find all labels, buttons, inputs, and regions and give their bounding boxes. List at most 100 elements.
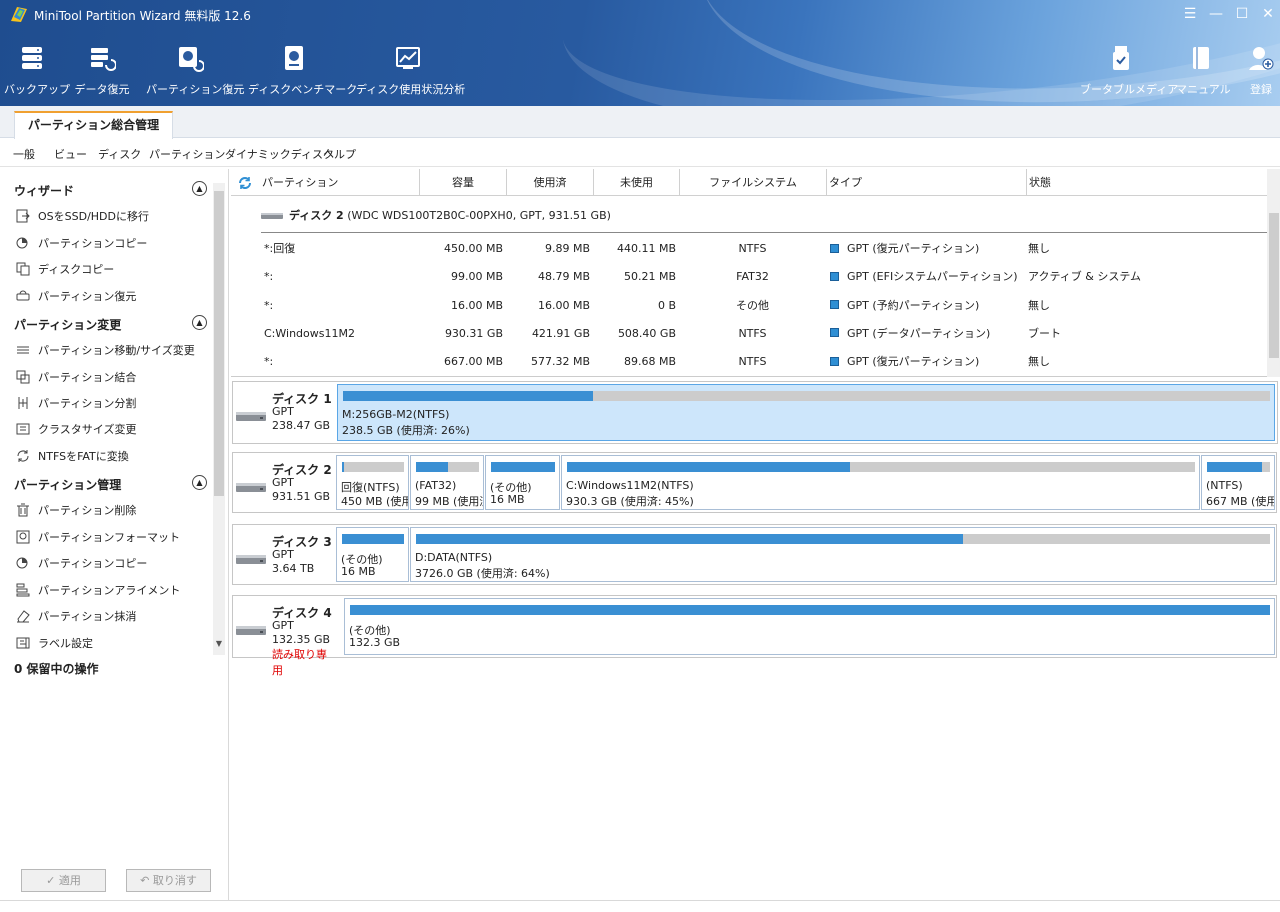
menu-view[interactable]: ビュー bbox=[54, 146, 87, 162]
sidebar-scroll-thumb[interactable] bbox=[214, 191, 224, 496]
table-scroll-thumb[interactable] bbox=[1269, 213, 1279, 358]
menu-general[interactable]: 一般 bbox=[13, 146, 35, 162]
col-used[interactable]: 使用済 bbox=[506, 169, 593, 196]
tab-partition-management[interactable]: パーティション総合管理 bbox=[14, 111, 173, 139]
table-row[interactable]: *: 99.00 MB 48.79 MB 50.21 MB FAT32 GPT (EFIシ… bbox=[231, 263, 1267, 291]
col-unused[interactable]: 未使用 bbox=[593, 169, 679, 196]
col-filesystem[interactable]: ファイルシステム bbox=[679, 169, 826, 196]
minimize-button[interactable]: — bbox=[1205, 3, 1227, 25]
disk-icon bbox=[236, 412, 266, 421]
usage-bar-fill bbox=[342, 462, 344, 472]
partition-recovery-small-icon bbox=[16, 290, 30, 301]
sidebar-item-cluster-size[interactable]: クラスタサイズ変更 bbox=[16, 421, 136, 439]
collapse-manage-partition-icon[interactable]: ▲ bbox=[192, 475, 207, 490]
disk-2-row[interactable]: ディスク 2 GPT 931.51 GB 回復(NTFS) 450 MB (使用 (FAT… bbox=[232, 452, 1277, 513]
partition-block[interactable]: M:256GB-M2(NTFS) 238.5 GB (使用済: 26%) bbox=[337, 384, 1275, 441]
partition-block[interactable]: 回復(NTFS) 450 MB (使用 bbox=[336, 455, 409, 510]
col-type[interactable]: タイプ bbox=[826, 169, 1026, 196]
partition-block[interactable]: (NTFS) 667 MB (使用 bbox=[1201, 455, 1275, 510]
close-button[interactable]: ✕ bbox=[1257, 3, 1279, 25]
disk-info[interactable]: ディスク 4 GPT 132.35 GB 読み取り専用 bbox=[233, 596, 333, 677]
cell-unused: 50.21 MB bbox=[623, 270, 676, 284]
table-row[interactable]: *: 16.00 MB 16.00 MB 0 B その他 GPT (予約パーティション) 無… bbox=[231, 292, 1267, 320]
sidebar-item-merge[interactable]: パーティション結合 bbox=[16, 369, 136, 387]
menu-partition[interactable]: パーティション bbox=[149, 146, 225, 162]
sidebar-item-wipe[interactable]: パーティション抹消 bbox=[16, 608, 136, 626]
app-logo-icon bbox=[11, 7, 27, 22]
col-capacity[interactable]: 容量 bbox=[419, 169, 506, 196]
sidebar-item-format[interactable]: パーティションフォーマット bbox=[16, 529, 180, 547]
partition-block[interactable]: C:Windows11M2(NTFS) 930.3 GB (使用済: 45%) bbox=[561, 455, 1200, 510]
disk-benchmark-button[interactable]: ディスクベンチマーク bbox=[248, 44, 358, 100]
sidebar-item-copy-disk[interactable]: ディスクコピー bbox=[16, 261, 114, 279]
undo-button[interactable]: ↶ 取り消す bbox=[126, 869, 211, 892]
partition-block[interactable]: (その他) 16 MB bbox=[336, 527, 409, 582]
disk-type: GPT bbox=[272, 619, 294, 632]
align-icon bbox=[16, 583, 30, 597]
partition-type-square-icon bbox=[830, 356, 839, 366]
sidebar-item-move-resize[interactable]: パーティション移動/サイズ変更 bbox=[16, 342, 195, 360]
col-partition[interactable]: パーティション bbox=[256, 169, 419, 196]
collapse-change-partition-icon[interactable]: ▲ bbox=[192, 315, 207, 330]
refresh-icon[interactable] bbox=[238, 176, 252, 190]
sidebar-item-copy-partition-2[interactable]: パーティションコピー bbox=[16, 555, 147, 573]
backup-icon bbox=[22, 47, 42, 69]
disk-type: GPT bbox=[272, 476, 294, 489]
space-analyzer-button[interactable]: ディスク使用状況分析 bbox=[356, 44, 465, 100]
cell-used: 421.91 GB bbox=[531, 326, 590, 340]
col-status[interactable]: 状態 bbox=[1026, 169, 1267, 196]
sidebar: ウィザード ▲ OSをSSD/HDDに移行 パーティションコピー ディスクコピー… bbox=[0, 169, 229, 900]
cell-used: 9.89 MB bbox=[544, 242, 590, 255]
sidebar-item-label[interactable]: ラベル設定 bbox=[16, 635, 93, 653]
backup-button[interactable]: バックアップ bbox=[4, 44, 70, 100]
table-row[interactable]: *:回復 450.00 MB 9.89 MB 440.11 MB NTFS GPT (復元… bbox=[231, 235, 1267, 263]
partition-block[interactable]: (FAT32) 99 MB (使用済 bbox=[410, 455, 484, 510]
disk-info[interactable]: ディスク 2 GPT 931.51 GB bbox=[233, 453, 333, 512]
manual-button[interactable]: マニュアル bbox=[1176, 44, 1231, 100]
menu-icon[interactable]: ☰ bbox=[1179, 3, 1201, 25]
status-bar bbox=[0, 900, 1280, 912]
table-header: パーティション 容量 使用済 未使用 ファイルシステム タイプ 状態 bbox=[231, 169, 1267, 196]
scroll-down-icon[interactable]: ▼ bbox=[213, 639, 225, 651]
cell-capacity: 667.00 MB bbox=[443, 355, 503, 368]
sidebar-scrollbar[interactable]: ▼ bbox=[213, 183, 225, 655]
menu-disk[interactable]: ディスク bbox=[98, 146, 141, 162]
cell-fs: NTFS bbox=[738, 326, 767, 340]
data-recovery-button[interactable]: データ復元 bbox=[72, 44, 132, 100]
disk-type: GPT bbox=[272, 405, 294, 418]
partition-table: パーティション 容量 使用済 未使用 ファイルシステム タイプ 状態 ディスク … bbox=[231, 169, 1280, 377]
disk-2-header[interactable]: ディスク 2 (WDC WDS100T2B0C-00PXH0, GPT, 931… bbox=[261, 207, 611, 223]
disk-4-row[interactable]: ディスク 4 GPT 132.35 GB 読み取り専用 (その他) 132.3 GB bbox=[232, 595, 1277, 677]
disk-1-row[interactable]: ディスク 1 GPT 238.47 GB M:256GB-M2(NTFS) 238.5 … bbox=[232, 381, 1278, 444]
partition-label: (FAT32) bbox=[415, 479, 457, 492]
menu-help[interactable]: ヘルプ bbox=[323, 146, 356, 162]
partition-block[interactable]: (その他) 16 MB bbox=[485, 455, 560, 510]
maximize-button[interactable]: ☐ bbox=[1231, 3, 1253, 25]
disk-info[interactable]: ディスク 3 GPT 3.64 TB bbox=[233, 525, 333, 584]
sidebar-item-migrate-os[interactable]: OSをSSD/HDDに移行 bbox=[16, 208, 149, 226]
collapse-wizard-icon[interactable]: ▲ bbox=[192, 181, 207, 196]
register-button[interactable]: 登録 bbox=[1244, 44, 1278, 100]
bootable-media-button[interactable]: ブータブルメディア bbox=[1080, 44, 1178, 100]
sidebar-item-align[interactable]: パーティションアライメント bbox=[16, 582, 180, 600]
partition-detail: 667 MB (使用 bbox=[1206, 495, 1275, 508]
sidebar-item-split[interactable]: パーティション分割 bbox=[16, 395, 136, 413]
section-manage-partition: パーティション管理 bbox=[14, 478, 122, 492]
apply-button[interactable]: ✓ 適用 bbox=[21, 869, 106, 892]
table-row[interactable]: C:Windows11M2 930.31 GB 421.91 GB 508.40 GB… bbox=[231, 320, 1267, 348]
sidebar-item-ntfs-to-fat[interactable]: NTFSをFATに変換 bbox=[16, 448, 129, 466]
menu-dynamic-disk[interactable]: ダイナミックディスク bbox=[225, 146, 334, 162]
table-row[interactable]: *: 667.00 MB 577.32 MB 89.68 MB NTFS GPT (復元パ… bbox=[231, 348, 1267, 376]
disk-info[interactable]: ディスク 1 GPT 238.47 GB bbox=[233, 382, 333, 443]
disk-benchmark-label: ディスクベンチマーク bbox=[248, 83, 358, 96]
partition-block[interactable]: (その他) 132.3 GB bbox=[344, 598, 1275, 655]
partition-recovery-button[interactable]: パーティション復元 bbox=[146, 44, 244, 100]
cell-used: 577.32 MB bbox=[530, 355, 590, 368]
sidebar-item-copy-partition[interactable]: パーティションコピー bbox=[16, 235, 147, 253]
disk-3-row[interactable]: ディスク 3 GPT 3.64 TB (その他) 16 MB D:DATA(NTFS) 37… bbox=[232, 524, 1277, 585]
sidebar-item-delete[interactable]: パーティション削除 bbox=[16, 502, 136, 520]
partition-recovery-icon bbox=[179, 47, 204, 72]
sidebar-item-partition-recovery[interactable]: パーティション復元 bbox=[16, 288, 136, 306]
table-scrollbar[interactable] bbox=[1267, 169, 1280, 377]
partition-block[interactable]: D:DATA(NTFS) 3726.0 GB (使用済: 64%) bbox=[410, 527, 1275, 582]
